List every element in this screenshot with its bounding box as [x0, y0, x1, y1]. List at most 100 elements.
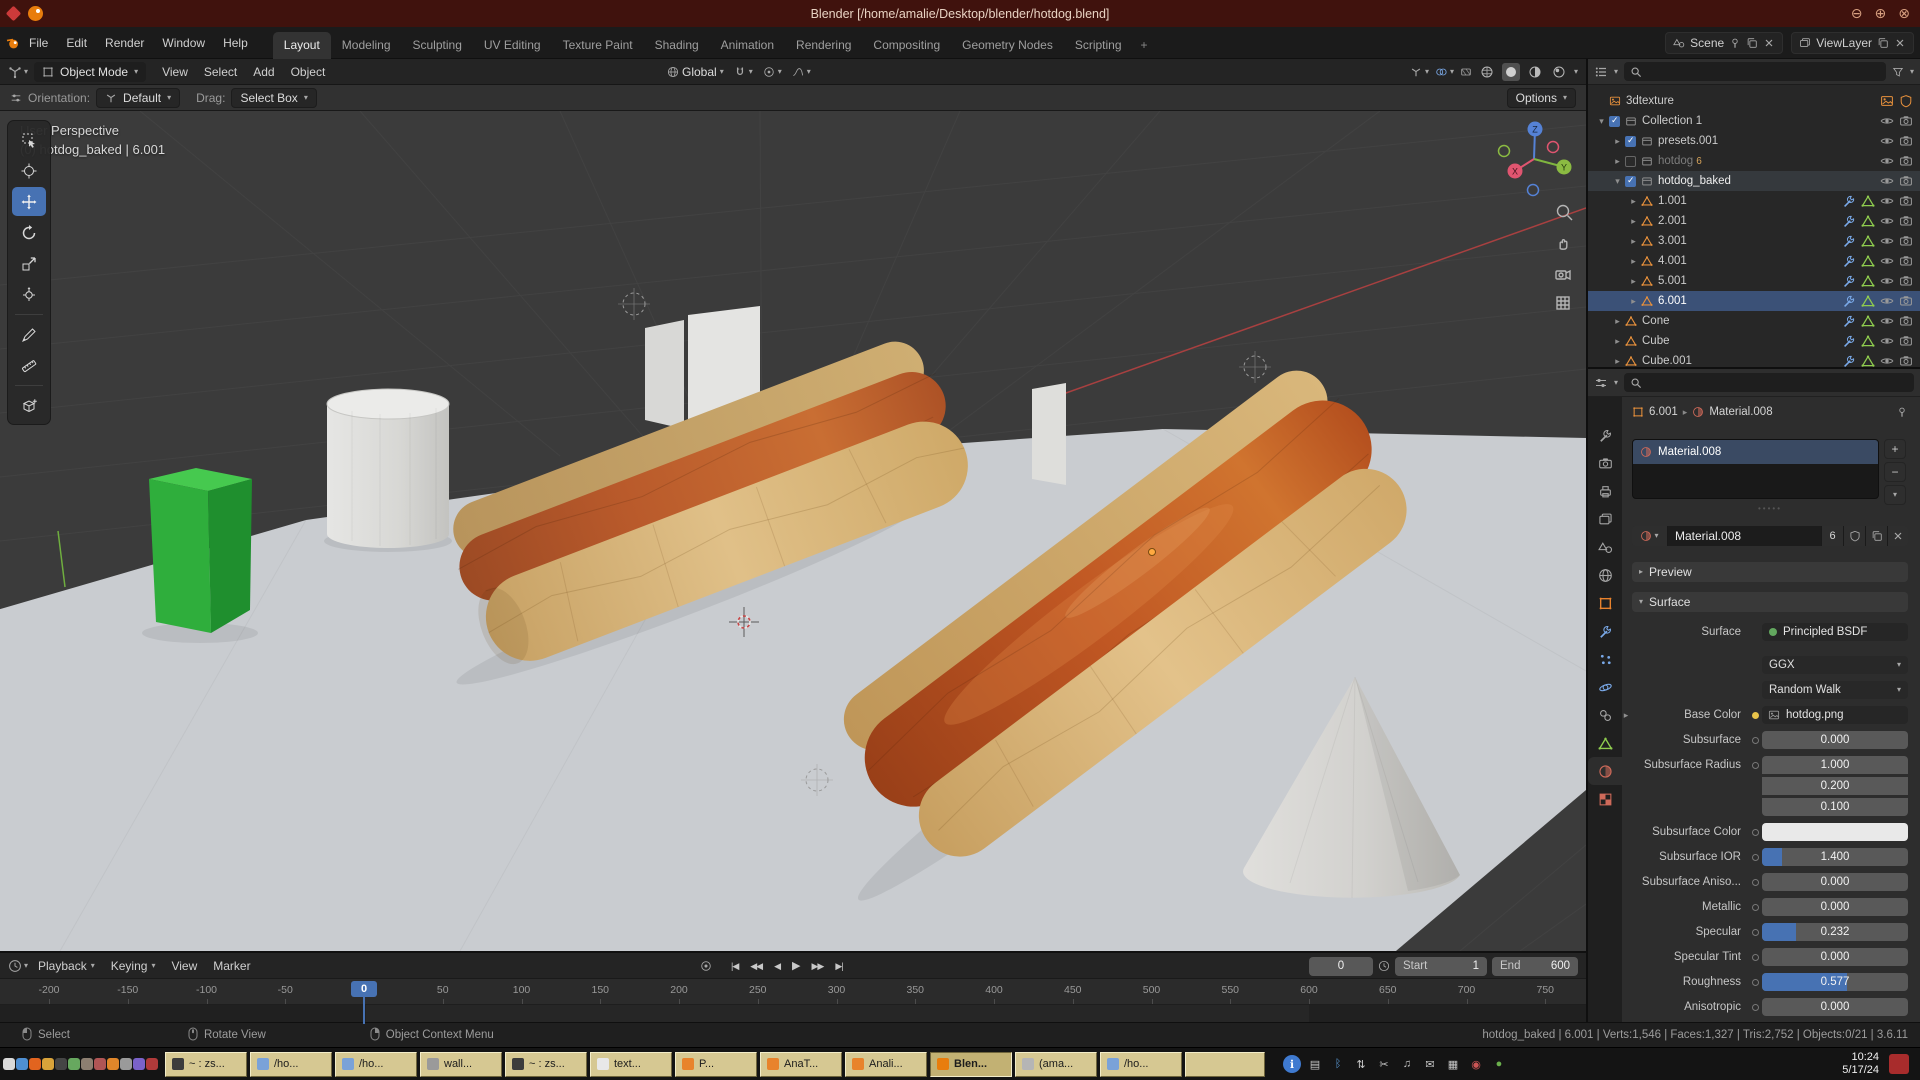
- outliner-row-hotdog-baked[interactable]: ▾hotdog_baked: [1588, 171, 1920, 191]
- decorator-dot[interactable]: [1748, 762, 1762, 769]
- decorator-dot[interactable]: [1748, 854, 1762, 861]
- expand-toggle-icon[interactable]: ▸: [1626, 196, 1641, 207]
- display-tray-icon[interactable]: ▦: [1444, 1055, 1462, 1073]
- mesh-data-icon[interactable]: [1861, 194, 1877, 208]
- property-slider[interactable]: 0.000: [1762, 873, 1908, 891]
- web-browser-launcher-icon[interactable]: [16, 1058, 28, 1070]
- play-reverse-button[interactable]: ◀: [769, 962, 785, 971]
- editor-type-icon[interactable]: [8, 65, 22, 79]
- property-dropdown[interactable]: Random Walk▾: [1762, 681, 1908, 699]
- decorator-dot[interactable]: [1748, 929, 1762, 936]
- text-editor-launcher-icon[interactable]: [68, 1058, 80, 1070]
- outliner-row-cone[interactable]: ▸Cone: [1588, 311, 1920, 331]
- maximize-button[interactable]: ⊕: [1875, 5, 1887, 22]
- current-frame-field[interactable]: 0: [1309, 957, 1373, 976]
- proportional-editing-dropdown[interactable]: ▾: [763, 66, 782, 78]
- hide-eye-icon[interactable]: [1880, 334, 1896, 348]
- expand-toggle-icon[interactable]: ▸: [1610, 356, 1625, 367]
- transform-tool-button[interactable]: [12, 280, 46, 309]
- decorator-dot[interactable]: [1748, 904, 1762, 911]
- outliner-row-collection-1[interactable]: ▾Collection 1: [1588, 111, 1920, 131]
- green-cube-object[interactable]: [149, 468, 252, 633]
- tab-modeling[interactable]: Modeling: [331, 32, 402, 59]
- mesh-data-icon[interactable]: [1861, 314, 1877, 328]
- tab-scripting[interactable]: Scripting: [1064, 32, 1133, 59]
- expand-toggle-icon[interactable]: ▸: [1610, 136, 1625, 147]
- expand-icon[interactable]: ▸: [1622, 710, 1632, 721]
- expand-toggle-icon[interactable]: ▸: [1626, 236, 1641, 247]
- blender-menu-icon[interactable]: [6, 36, 20, 50]
- hide-eye-icon[interactable]: [1880, 294, 1896, 308]
- add-workspace-button[interactable]: +: [1133, 32, 1156, 59]
- shading-rendered-button[interactable]: [1550, 63, 1568, 81]
- modifier-icon[interactable]: [1842, 354, 1858, 367]
- property-slider[interactable]: 1.400: [1762, 848, 1908, 866]
- network-tray-icon[interactable]: ●: [1490, 1055, 1508, 1073]
- move-tool-button[interactable]: [12, 187, 46, 216]
- frame-start-field[interactable]: Start1: [1395, 957, 1487, 976]
- expand-toggle-icon[interactable]: ▸: [1626, 276, 1641, 287]
- tab-layout[interactable]: Layout: [273, 32, 331, 59]
- transform-orientation-dropdown[interactable]: Global ▾: [667, 65, 724, 79]
- backdrop-plane-3[interactable]: [1032, 383, 1066, 485]
- window-button-anat[interactable]: AnaT...: [760, 1052, 842, 1077]
- jump-to-end-button[interactable]: ▶|: [830, 962, 847, 971]
- surface-section-header[interactable]: ▾Surface: [1632, 592, 1908, 612]
- modifier-icon[interactable]: [1842, 234, 1858, 248]
- material-name-field[interactable]: Material.008: [1668, 526, 1822, 546]
- mesh-data-icon[interactable]: [1861, 354, 1877, 367]
- play-button[interactable]: ▶: [787, 961, 804, 972]
- tab-geometry-nodes[interactable]: Geometry Nodes: [951, 32, 1064, 59]
- expand-toggle-icon[interactable]: ▸: [1626, 216, 1641, 227]
- color-swatch[interactable]: [1762, 823, 1908, 841]
- material-slot-item[interactable]: Material.008: [1633, 440, 1878, 464]
- select-box-tool-button[interactable]: [12, 125, 46, 154]
- property-slider[interactable]: 0.000: [1762, 998, 1908, 1016]
- window-button-ama[interactable]: (ama...: [1015, 1052, 1097, 1077]
- expand-toggle-icon[interactable]: ▸: [1610, 316, 1625, 327]
- outliner-row-cube[interactable]: ▸Cube: [1588, 331, 1920, 351]
- mesh-data-icon[interactable]: [1861, 334, 1877, 348]
- browse-material-button[interactable]: ▾: [1632, 526, 1668, 546]
- gizmos-dropdown[interactable]: ▾: [1410, 66, 1429, 78]
- music-player-launcher-icon[interactable]: [133, 1058, 145, 1070]
- fake-user-button[interactable]: [1844, 526, 1866, 546]
- outliner-row-hotdog[interactable]: ▸hotdog6: [1588, 151, 1920, 171]
- window-button-ho[interactable]: /ho...: [250, 1052, 332, 1077]
- hide-eye-icon[interactable]: [1880, 354, 1896, 367]
- window-button-p[interactable]: P...: [675, 1052, 757, 1077]
- mode-dropdown[interactable]: Object Mode ▾: [34, 62, 146, 82]
- frame-end-field[interactable]: End600: [1492, 957, 1578, 976]
- tab-sculpting[interactable]: Sculpting: [402, 32, 473, 59]
- expand-toggle-icon[interactable]: ▾: [1594, 116, 1609, 127]
- users-count-button[interactable]: 6: [1822, 526, 1844, 546]
- outliner-row-presets-001[interactable]: ▸presets.001: [1588, 131, 1920, 151]
- texture-properties-tab[interactable]: [1588, 785, 1622, 813]
- modifier-icon[interactable]: [1842, 254, 1858, 268]
- property-number-field[interactable]: 0.200: [1762, 777, 1908, 795]
- world-properties-tab[interactable]: [1588, 561, 1622, 589]
- property-dropdown[interactable]: GGX▾: [1762, 656, 1908, 674]
- menu-help[interactable]: Help: [214, 36, 257, 50]
- constraints-properties-tab[interactable]: [1588, 701, 1622, 729]
- hide-eye-icon[interactable]: [1880, 214, 1896, 228]
- add-slot-button[interactable]: +: [1884, 439, 1906, 459]
- next-keyframe-button[interactable]: ▶▶: [807, 962, 829, 971]
- window-button-text[interactable]: text...: [590, 1052, 672, 1077]
- decorator-dot[interactable]: [1748, 1004, 1762, 1011]
- decorator-dot[interactable]: [1748, 737, 1762, 744]
- mail-tray-icon[interactable]: ✉: [1421, 1055, 1439, 1073]
- outliner-row-1-001[interactable]: ▸1.001: [1588, 191, 1920, 211]
- jump-to-start-button[interactable]: |◀: [726, 962, 743, 971]
- disable-render-icon[interactable]: [1899, 194, 1915, 208]
- snap-dropdown[interactable]: ▾: [734, 66, 753, 78]
- outliner-row-5-001[interactable]: ▸5.001: [1588, 271, 1920, 291]
- tab-rendering[interactable]: Rendering: [785, 32, 862, 59]
- prev-keyframe-button[interactable]: ◀◀: [745, 962, 767, 971]
- mesh-data-icon[interactable]: [1861, 294, 1877, 308]
- modifier-icon[interactable]: [1842, 314, 1858, 328]
- measure-tool-button[interactable]: [12, 351, 46, 380]
- disable-render-icon[interactable]: [1899, 214, 1915, 228]
- annotate-tool-button[interactable]: [12, 320, 46, 349]
- copy-icon[interactable]: [1746, 37, 1758, 49]
